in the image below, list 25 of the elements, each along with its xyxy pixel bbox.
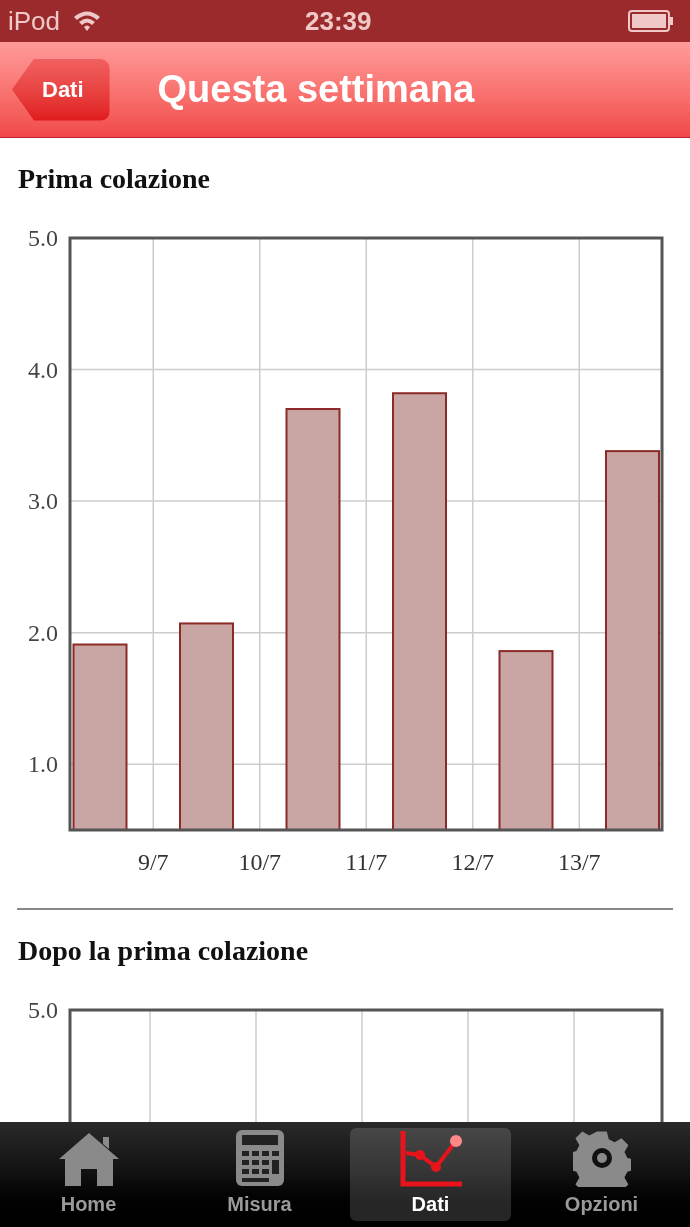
tab-button[interactable]: Home bbox=[8, 1128, 169, 1221]
tab-button[interactable]: Opzioni bbox=[521, 1128, 682, 1221]
x-axis-label: 13/7 bbox=[557, 849, 601, 875]
chart-title: Dopo la prima colazione bbox=[17, 934, 310, 968]
x-axis-label: 10/7 bbox=[238, 849, 282, 875]
y-axis-label: 1.0 bbox=[28, 751, 58, 778]
wifi-icon bbox=[72, 9, 103, 33]
y-axis-label: 5.0 bbox=[28, 226, 58, 251]
tab-button[interactable]: Misura bbox=[179, 1128, 340, 1221]
x-axis-label: 12/7 bbox=[451, 849, 495, 875]
gear-icon bbox=[572, 1129, 631, 1187]
x-axis-label: 11/7 bbox=[345, 849, 388, 875]
y-axis-label: 5.0 bbox=[28, 998, 58, 1023]
y-axis-label: 2.0 bbox=[28, 619, 58, 646]
carrier-name: iPod bbox=[8, 4, 61, 38]
chart-title: Prima colazione bbox=[17, 162, 212, 196]
screen-title: Questa settimana bbox=[157, 67, 475, 112]
back-button[interactable]: Dati bbox=[12, 58, 110, 121]
battery-icon bbox=[628, 10, 674, 32]
y-axis-label: 3.0 bbox=[28, 488, 58, 515]
calculator-icon bbox=[234, 1129, 285, 1187]
x-axis-label: 9/7 bbox=[137, 849, 169, 875]
y-axis-label: 4.0 bbox=[28, 356, 58, 383]
clock-time: 23:39 bbox=[305, 4, 372, 38]
tab-button[interactable]: Dati bbox=[350, 1128, 511, 1221]
